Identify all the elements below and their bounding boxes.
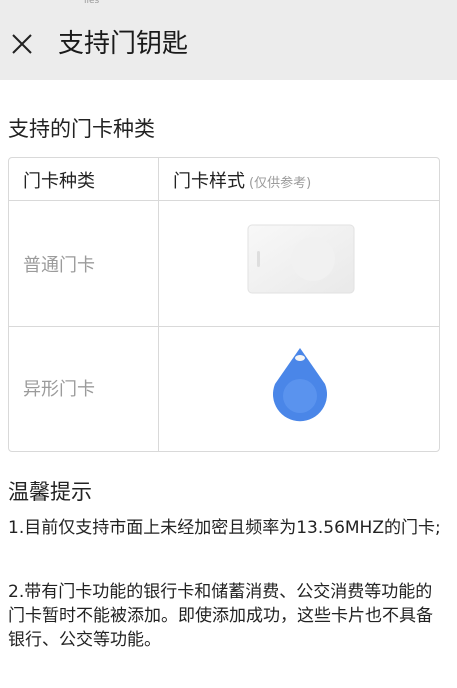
tips-title: 温馨提示 — [8, 480, 92, 504]
close-button[interactable] — [2, 24, 42, 64]
col-header-style-label: 门卡样式 — [173, 171, 245, 192]
white-rectangular-card-icon — [247, 224, 355, 294]
tip-item: 1.目前仅支持市面上未经加密且频率为13.56MHZ的门卡; — [8, 518, 441, 538]
card-types-table: 门卡种类 门卡样式 (仅供参考) 普通门卡 异形门卡 — [8, 157, 440, 452]
tip-item: 2.带有门卡功能的银行卡和储蓄消费、公交消费等功能的门卡暂时不能被添加。即使添加… — [8, 582, 433, 650]
supported-cards-title: 支持的门卡种类 — [8, 117, 155, 141]
status-bar: lies — [0, 0, 457, 10]
col-header-style-note: (仅供参考) — [249, 176, 312, 191]
top-bar: 支持门钥匙 — [0, 10, 457, 80]
page-title: 支持门钥匙 — [58, 29, 189, 59]
table-header-row: 门卡种类 门卡样式 (仅供参考) — [9, 158, 439, 201]
col-header-style: 门卡样式 (仅供参考) — [173, 167, 311, 193]
blue-key-fob-icon — [273, 348, 327, 422]
card-type-label: 普通门卡 — [23, 255, 95, 276]
card-type-label: 异形门卡 — [23, 379, 95, 400]
status-bar-fragment: lies — [84, 0, 100, 6]
close-icon — [12, 34, 32, 54]
col-header-type: 门卡种类 — [23, 171, 95, 192]
table-row: 普通门卡 — [9, 201, 439, 327]
table-row: 异形门卡 — [9, 327, 439, 451]
